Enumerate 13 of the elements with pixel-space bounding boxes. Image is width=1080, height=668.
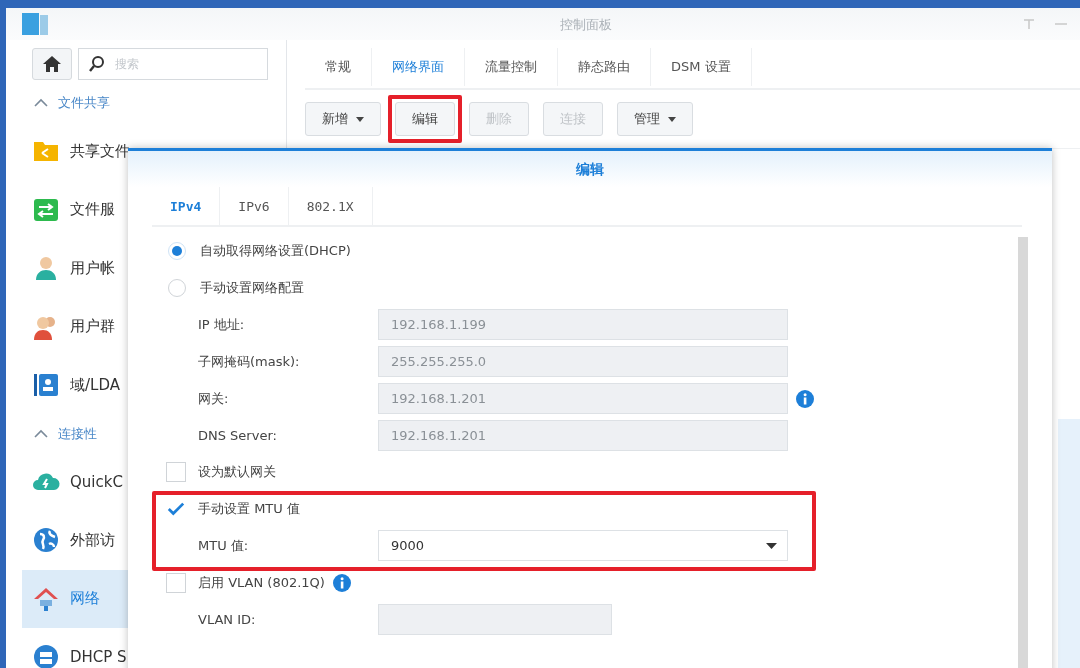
field-label: 网关: — [197, 389, 230, 408]
option-label: 手动设置 MTU 值 — [198, 499, 300, 518]
field-label: 子网掩码(mask): — [197, 352, 301, 371]
dialog-title: 编辑 — [128, 151, 1052, 187]
field-label: DNS Server: — [197, 427, 278, 443]
option-label: 设为默认网关 — [198, 463, 276, 482]
field-label: IP 地址: — [197, 316, 246, 334]
field-label: MTU 值: — [197, 536, 250, 555]
field-label: VLAN ID: — [197, 611, 257, 627]
option-label: 自动取得网络设置(DHCP) — [200, 242, 351, 261]
option-label: 手动设置网络配置 — [200, 279, 304, 298]
window-title: 控制面板 — [560, 16, 612, 34]
option-label: 启用 VLAN (802.1Q) — [198, 573, 325, 592]
